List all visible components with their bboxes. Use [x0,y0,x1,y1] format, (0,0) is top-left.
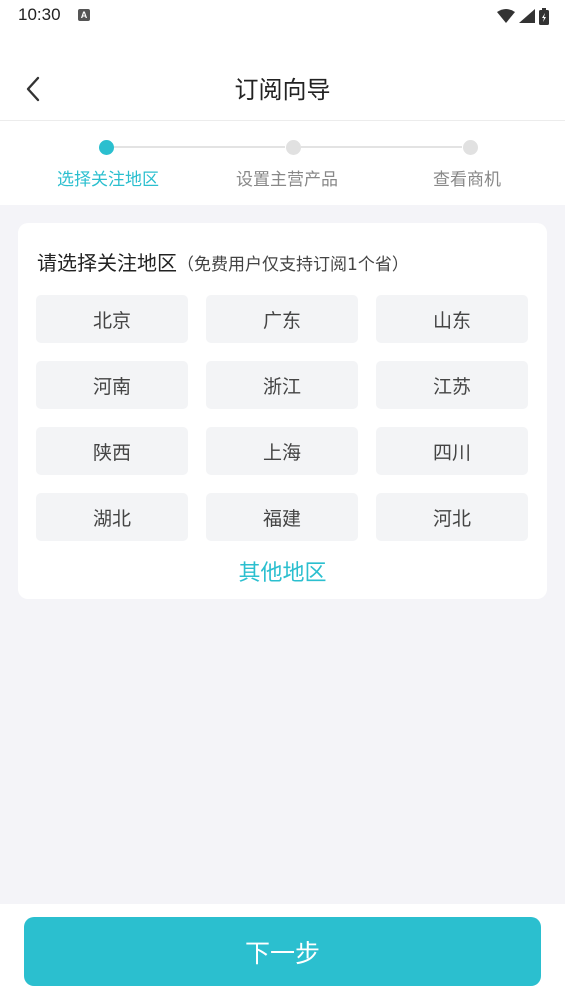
region-button-beijing[interactable]: 北京 [36,295,188,343]
card-title: 请选择关注地区（免费用户仅支持订阅1个省） [37,247,409,276]
next-step-button[interactable]: 下一步 [24,917,541,986]
region-button-shandong[interactable]: 山东 [376,295,528,343]
region-button-shaanxi[interactable]: 陕西 [36,427,188,475]
wifi-icon [497,9,515,23]
region-button-hubei[interactable]: 湖北 [36,493,188,541]
step-label-view-opportunities: 查看商机 [433,170,501,190]
region-button-guangdong[interactable]: 广东 [206,295,358,343]
region-button-fujian[interactable]: 福建 [206,493,358,541]
status-icons [497,6,549,26]
region-button-zhejiang[interactable]: 浙江 [206,361,358,409]
other-regions-link[interactable]: 其他地区 [18,555,547,587]
step-dot-3 [463,140,478,155]
step-label-select-region: 选择关注地区 [57,170,159,190]
card-title-text: 请选择关注地区 [37,251,177,275]
battery-charging-icon [539,7,549,25]
step-dot-2 [286,140,301,155]
app-header: 订阅向导 [0,32,565,121]
region-grid: 北京 广东 山东 河南 浙江 江苏 陕西 上海 四川 湖北 福建 河北 [36,295,529,541]
region-button-sichuan[interactable]: 四川 [376,427,528,475]
step-connector [301,146,462,148]
region-card: 请选择关注地区（免费用户仅支持订阅1个省） 北京 广东 山东 河南 浙江 江苏 … [18,223,547,599]
step-indicator: 选择关注地区 设置主营产品 查看商机 [0,121,565,205]
region-button-jiangsu[interactable]: 江苏 [376,361,528,409]
step-label-set-products: 设置主营产品 [236,170,338,190]
region-button-henan[interactable]: 河南 [36,361,188,409]
region-button-shanghai[interactable]: 上海 [206,427,358,475]
bottom-bar: 下一步 [0,904,565,1004]
step-connector [114,146,285,148]
status-bar: 10:30 A [0,0,565,32]
card-hint: （免费用户仅支持订阅1个省） [177,255,409,275]
signal-icon [519,9,535,23]
page-title: 订阅向导 [234,76,331,104]
step-dot-1 [99,140,114,155]
notification-badge-icon: A [78,9,90,21]
region-button-hebei[interactable]: 河北 [376,493,528,541]
status-time: 10:30 [18,5,61,24]
